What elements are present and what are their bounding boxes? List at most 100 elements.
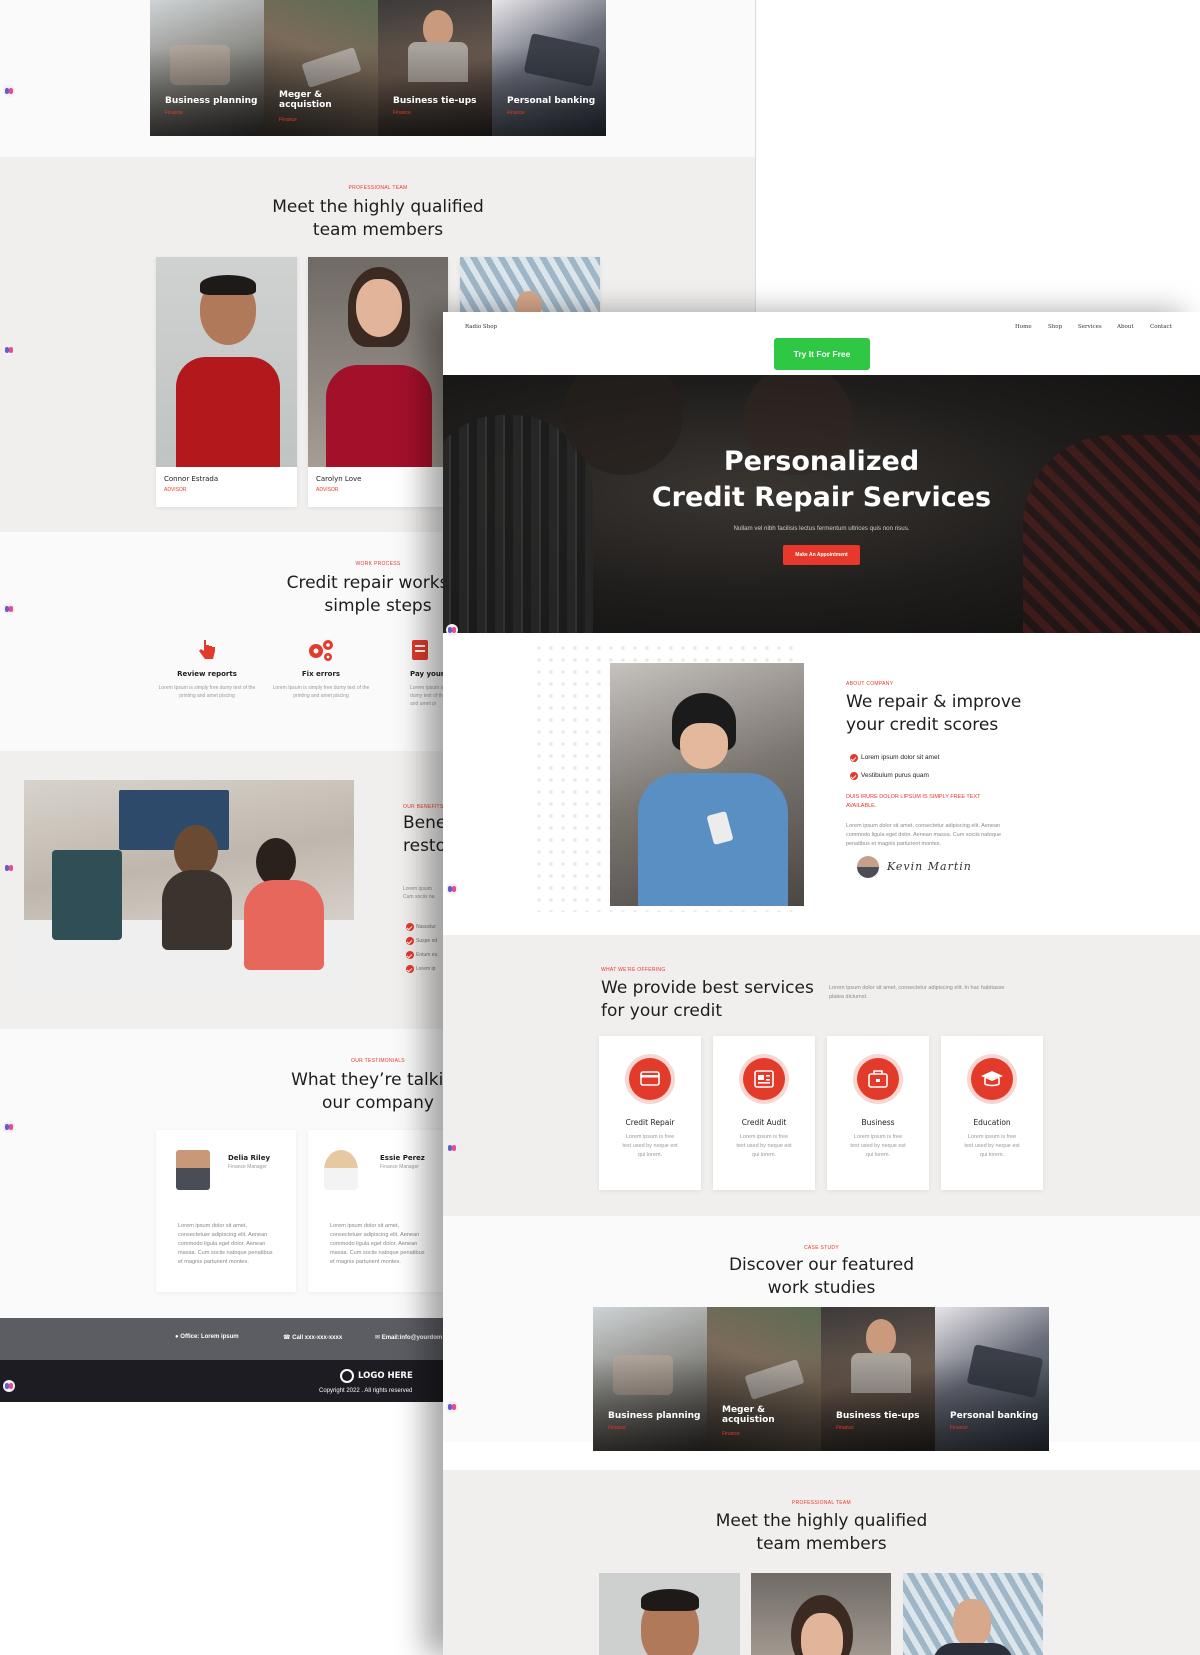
case-tile-subtitle: Finance bbox=[507, 110, 525, 116]
case-study-strip: Business planning Finance Meger & acquis… bbox=[150, 0, 606, 136]
service-desc: Lorem ipsum is free text used by neque e… bbox=[850, 1134, 906, 1158]
service-desc: Lorem ipsum is free text used by neque e… bbox=[736, 1134, 792, 1158]
services-heading: We provide best services for your credit bbox=[601, 977, 814, 1023]
hero-subtitle: Nullam vel nibh facilisis lectus ferment… bbox=[733, 525, 910, 532]
about-body: Lorem ipsum dolor sit amet, consectetur … bbox=[846, 823, 1002, 847]
case-tile[interactable]: Meger & acquistion Finance bbox=[707, 1307, 821, 1451]
case-tile-title: Personal banking bbox=[950, 1411, 1039, 1421]
case-tile-title: Meger & acquistion bbox=[279, 90, 332, 110]
about-eyebrow: ABOUT COMPANY bbox=[846, 681, 894, 687]
benefit-item: Lorem ip bbox=[416, 966, 436, 972]
nav-link-home[interactable]: Home bbox=[1015, 324, 1032, 330]
services-intro: Lorem ipsum dolor sit amet, consectetur … bbox=[829, 985, 1005, 1000]
nav-link-about[interactable]: About bbox=[1117, 324, 1134, 330]
nav-link-services[interactable]: Services bbox=[1078, 324, 1102, 330]
case-tile-subtitle: Finance bbox=[950, 1425, 968, 1431]
benefits-body-line2: Cum sociis na bbox=[403, 894, 435, 900]
case-tile-title: Meger & acquistion bbox=[722, 1405, 775, 1425]
section-handle-icon[interactable] bbox=[446, 1401, 458, 1413]
service-card[interactable]: Credit Audit Lorem ipsum is free text us… bbox=[713, 1036, 815, 1190]
front-page-preview: Radio Shop Home Shop Services About Cont… bbox=[443, 312, 1200, 1655]
team-heading: Meet the highly qualified team members bbox=[0, 196, 756, 242]
gears-icon bbox=[309, 640, 333, 661]
try-free-button[interactable]: Try It For Free bbox=[774, 338, 870, 370]
benefits-heading-line2: resto bbox=[403, 836, 446, 856]
service-card[interactable]: Business Lorem ipsum is free text used b… bbox=[827, 1036, 929, 1190]
check-icon bbox=[406, 951, 414, 959]
team-card[interactable] bbox=[460, 257, 600, 312]
service-card[interactable]: Credit Repair Lorem ipsum is free text u… bbox=[599, 1036, 701, 1190]
service-title: Business bbox=[861, 1118, 895, 1127]
testimonial-name: Essie Perez bbox=[380, 1154, 425, 1162]
service-desc: Lorem ipsum is free text used by neque e… bbox=[964, 1134, 1020, 1158]
office-contact[interactable]: ● Office: Lorem ipsum bbox=[175, 1334, 239, 1340]
benefits-photo bbox=[24, 780, 354, 999]
case-tile[interactable]: Business planning Finance bbox=[150, 0, 264, 136]
case-tile[interactable]: Business tie-ups Finance bbox=[378, 0, 492, 136]
office-text: Office: Lorem ipsum bbox=[180, 1334, 239, 1340]
case-tile-subtitle: Finance bbox=[393, 110, 411, 116]
team-heading-line1: Meet the highly qualified bbox=[272, 197, 484, 217]
check-icon bbox=[850, 754, 858, 762]
testimonial-card: Delia Riley Finance Manager Lorem ipsum … bbox=[156, 1130, 296, 1292]
benefit-item: Nascetur bbox=[416, 924, 437, 930]
case-tile[interactable]: Personal banking Finance bbox=[492, 0, 606, 136]
make-appointment-button[interactable]: Make An Appointment bbox=[783, 545, 860, 565]
team-photo[interactable] bbox=[599, 1573, 740, 1655]
team-photo bbox=[156, 257, 297, 467]
about-highlight: DUIS IRURE DOLOR LIPSUM IS SIMPLY FREE T… bbox=[846, 793, 980, 811]
graduation-cap-icon bbox=[971, 1058, 1013, 1100]
email-contact[interactable]: ✉ Email:info@yourdom bbox=[375, 1334, 442, 1341]
section-handle-icon[interactable] bbox=[446, 1142, 458, 1154]
brand-link[interactable]: Radio Shop bbox=[465, 324, 497, 330]
testimonial-name: Delia Riley bbox=[228, 1154, 271, 1162]
team-eyebrow: PROFESSIONAL TEAM bbox=[791, 1500, 851, 1506]
footer-logo[interactable]: LOGO HERE bbox=[358, 1371, 413, 1381]
benefits-body: Lorem ipsum Cum sociis na bbox=[403, 885, 434, 901]
team-member-name: Connor Estrada bbox=[164, 475, 219, 483]
team-card[interactable]: Connor Estrada ADVISOR bbox=[156, 257, 297, 507]
services-section bbox=[443, 935, 1200, 1216]
service-card[interactable]: Education Lorem ipsum is free text used … bbox=[941, 1036, 1043, 1190]
case-tile-subtitle: Finance bbox=[165, 110, 183, 116]
service-title: Credit Repair bbox=[625, 1118, 675, 1127]
email-text: Email:info@yourdom bbox=[381, 1335, 443, 1341]
about-highlight-line1: DUIS IRURE DOLOR LIPSUM IS SIMPLY FREE T… bbox=[846, 794, 981, 800]
section-handle-icon[interactable] bbox=[3, 85, 15, 97]
nav-link-shop[interactable]: Shop bbox=[1048, 324, 1062, 330]
nav-link-contact[interactable]: Contact bbox=[1150, 324, 1172, 330]
section-handle-icon[interactable] bbox=[3, 344, 15, 356]
audit-report-icon bbox=[743, 1058, 785, 1100]
services-heading-line1: We provide best services bbox=[601, 978, 814, 998]
case-tile[interactable]: Business planning Finance bbox=[593, 1307, 707, 1451]
section-handle-icon[interactable] bbox=[3, 1380, 15, 1392]
about-heading-line1: We repair & improve bbox=[846, 692, 1022, 712]
phone-text: Call xxx-xxx-xxxx bbox=[292, 1335, 343, 1341]
case-tile[interactable]: Meger & acquistion Finance bbox=[264, 0, 378, 136]
case-tile[interactable]: Business tie-ups Finance bbox=[821, 1307, 935, 1451]
section-handle-icon[interactable] bbox=[3, 603, 15, 615]
team-photo[interactable] bbox=[751, 1573, 891, 1655]
about-highlight-line2: AVAILABLE. bbox=[846, 803, 877, 809]
services-heading-line2: for your credit bbox=[601, 1001, 723, 1021]
case-tile-subtitle: Finance bbox=[836, 1425, 854, 1431]
logo-icon bbox=[340, 1369, 354, 1383]
case-tile[interactable]: Personal banking Finance bbox=[935, 1307, 1049, 1451]
section-handle-icon[interactable] bbox=[3, 862, 15, 874]
process-step-title: Fix errors bbox=[301, 670, 341, 678]
check-icon bbox=[406, 937, 414, 945]
phone-contact[interactable]: ☎ Call xxx-xxx-xxxx bbox=[283, 1334, 342, 1341]
hero-section: Personalized Credit Repair Services Null… bbox=[443, 375, 1200, 633]
team-photo[interactable] bbox=[903, 1573, 1043, 1655]
section-handle-icon[interactable] bbox=[446, 624, 458, 636]
testimonial-card: Essie Perez Finance Manager Lorem ipsum … bbox=[308, 1130, 448, 1292]
bill-icon bbox=[412, 640, 428, 660]
team-heading-line2: team members bbox=[756, 1534, 887, 1554]
section-handle-icon[interactable] bbox=[446, 883, 458, 895]
team-card[interactable]: Carolyn Love ADVISOR bbox=[308, 257, 448, 507]
about-heading-line2: your credit scores bbox=[846, 715, 999, 735]
credit-card-icon bbox=[629, 1058, 671, 1100]
section-handle-icon[interactable] bbox=[3, 1121, 15, 1133]
briefcase-icon bbox=[857, 1058, 899, 1100]
service-title: Education bbox=[973, 1118, 1011, 1127]
